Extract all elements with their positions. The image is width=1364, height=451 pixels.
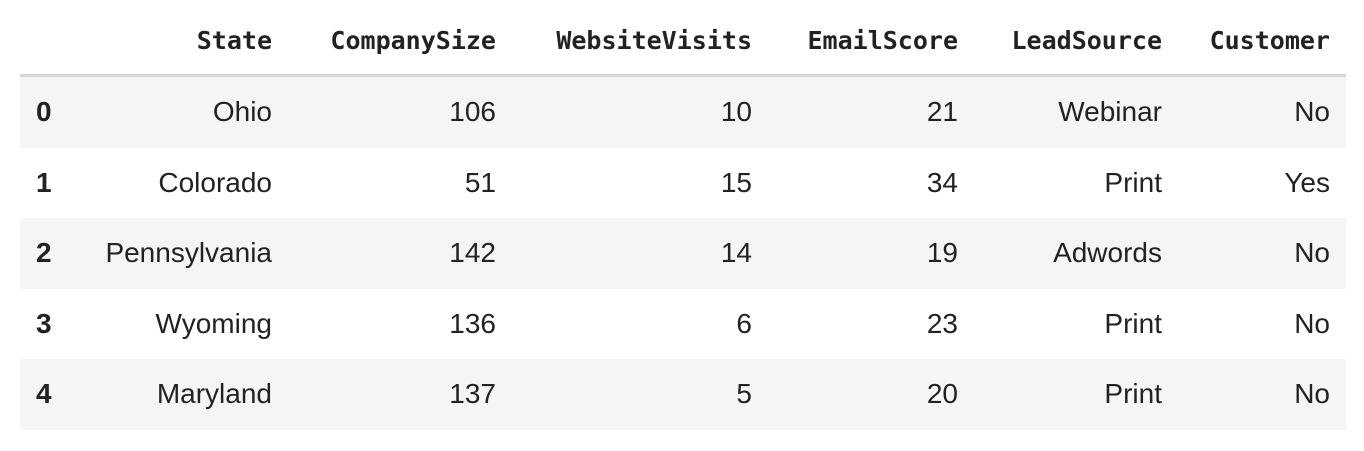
column-header-emailscore: EmailScore [768,6,974,77]
dataframe-table: State CompanySize WebsiteVisits EmailSco… [20,6,1346,430]
cell-leadsource: Print [1104,307,1162,339]
cell-companysize: 137 [288,359,512,430]
cell-emailscore: 23 [926,307,958,339]
cell-websitevisits: 5 [512,359,768,430]
row-index: 4 [20,359,68,430]
cell-leadsource: Print [1104,166,1162,198]
row-index: 0 [20,75,68,148]
cell-companysize: 106 [288,75,512,148]
column-header-websitevisits: WebsiteVisits [512,6,768,77]
column-header-customer: Customer [1178,6,1346,77]
cell-companysize: 136 [449,307,496,339]
cell-websitevisits: 6 [736,307,752,339]
row-index: 3 [36,307,52,339]
cell-state: Pennsylvania [68,218,288,289]
table-row: 3 Wyoming 136 6 23 Print No [20,289,1346,360]
column-header-leadsource: LeadSource [974,6,1178,77]
cell-emailscore: 20 [768,359,974,430]
cell-customer: No [1178,218,1346,289]
cell-websitevisits: 14 [512,218,768,289]
cell-companysize: 51 [464,166,496,198]
cell-leadsource: Adwords [974,218,1178,289]
row-index: 2 [20,218,68,289]
row-index: 1 [36,166,52,198]
cell-leadsource: Print [974,359,1178,430]
cell-customer: Yes [1284,166,1330,198]
cell-state: Colorado [158,166,272,198]
cell-websitevisits: 10 [512,75,768,148]
table-row: 0 Ohio 106 10 21 Webinar No [20,75,1346,148]
column-header-index [20,6,68,77]
cell-state: Maryland [68,359,288,430]
cell-customer: No [1294,307,1330,339]
cell-emailscore: 34 [926,166,958,198]
cell-websitevisits: 15 [720,166,752,198]
table-row: 1 Colorado 51 15 34 Print Yes [20,148,1346,219]
table-row: 4 Maryland 137 5 20 Print No [20,359,1346,430]
cell-leadsource: Webinar [974,75,1178,148]
cell-emailscore: 19 [768,218,974,289]
cell-companysize: 142 [288,218,512,289]
cell-customer: No [1178,359,1346,430]
column-header-companysize: CompanySize [288,6,512,77]
cell-customer: No [1178,75,1346,148]
table-row: 2 Pennsylvania 142 14 19 Adwords No [20,218,1346,289]
column-header-state: State [68,6,288,77]
header-row: State CompanySize WebsiteVisits EmailSco… [20,6,1346,77]
cell-state: Wyoming [155,307,272,339]
dataframe-output: State CompanySize WebsiteVisits EmailSco… [20,6,1346,430]
cell-emailscore: 21 [768,75,974,148]
cell-state: Ohio [68,75,288,148]
